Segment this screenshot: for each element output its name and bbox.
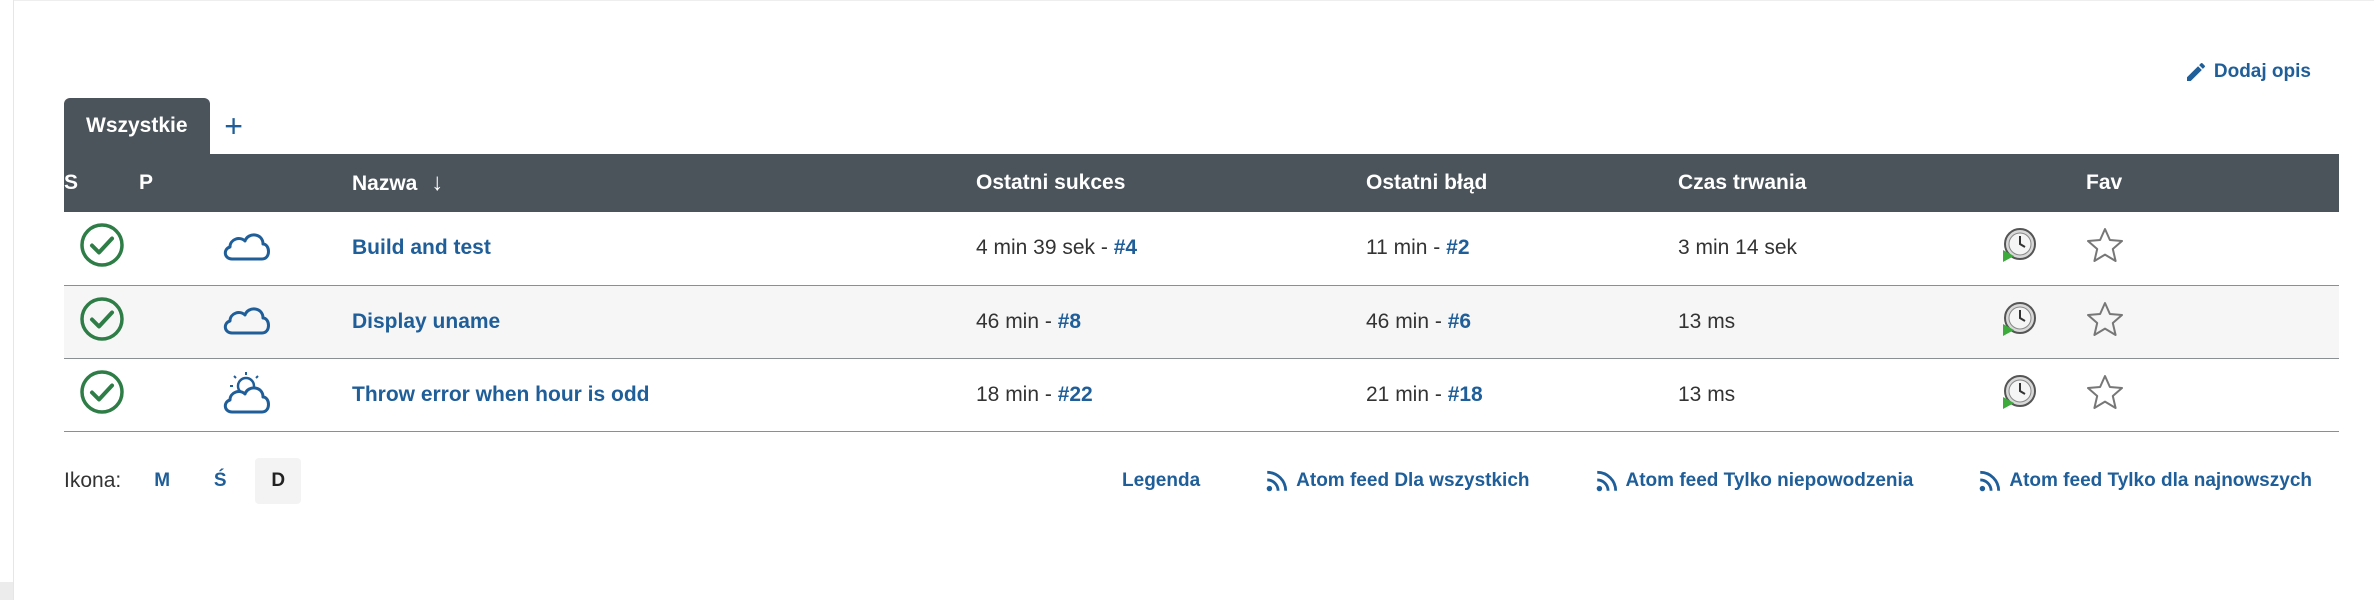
last-failure-time: 11 min - bbox=[1366, 236, 1447, 260]
atom-feed-latest-link[interactable]: Atom feed Tylko dla najnowszych bbox=[1977, 468, 2312, 494]
column-header-build-action bbox=[1981, 154, 2056, 212]
last-failure-build-link[interactable]: #6 bbox=[1448, 310, 1471, 333]
last-success-build-link[interactable]: #4 bbox=[1114, 236, 1137, 259]
column-header-status[interactable]: S bbox=[64, 154, 139, 212]
icon-size-small[interactable]: M bbox=[139, 458, 185, 504]
column-header-duration[interactable]: Czas trwania bbox=[1678, 154, 1981, 212]
duration-value: 13 ms bbox=[1678, 382, 1736, 406]
favorite-star-icon[interactable] bbox=[2056, 374, 2124, 410]
atom-feed-all-label: Atom feed Dla wszystkich bbox=[1296, 470, 1530, 491]
success-check-icon bbox=[79, 369, 125, 415]
table-footer: Ikona: M Ś D Legenda Atom feed Dla wszys… bbox=[64, 457, 2339, 505]
success-check-icon bbox=[79, 296, 125, 342]
favorite-star-icon[interactable] bbox=[2056, 301, 2124, 337]
jobs-table: S P Nazwa ↓ Ostatni sukces Ostatni błąd … bbox=[64, 154, 2339, 432]
footer-links: Legenda Atom feed Dla wszystkich Atom fe… bbox=[1122, 468, 2312, 494]
atom-feed-failures-link[interactable]: Atom feed Tylko niepowodzenia bbox=[1594, 468, 1914, 494]
sort-arrow-icon: ↓ bbox=[431, 169, 444, 196]
legend-link[interactable]: Legenda bbox=[1122, 470, 1200, 492]
icon-size-label: Ikona: bbox=[64, 469, 122, 492]
tab-all[interactable]: Wszystkie bbox=[64, 98, 210, 154]
atom-feed-failures-label: Atom feed Tylko niepowodzenia bbox=[1625, 470, 1914, 491]
pencil-icon bbox=[2186, 62, 2205, 81]
last-failure-time: 21 min - bbox=[1366, 382, 1448, 406]
rss-icon bbox=[1596, 470, 1617, 492]
legend-link-label: Legenda bbox=[1122, 470, 1201, 491]
column-header-name-label: Nazwa bbox=[352, 172, 418, 195]
icon-size-medium[interactable]: Ś bbox=[197, 458, 243, 504]
column-header-fav: Fav bbox=[2086, 171, 2123, 194]
last-success-build-link[interactable]: #8 bbox=[1058, 310, 1081, 333]
plus-icon: + bbox=[224, 107, 243, 144]
last-success-time: 18 min - bbox=[976, 382, 1058, 406]
schedule-build-icon[interactable] bbox=[2000, 373, 2038, 411]
column-header-name[interactable]: Nazwa ↓ bbox=[352, 154, 976, 212]
add-view-button[interactable]: + bbox=[210, 98, 258, 154]
atom-feed-all-link[interactable]: Atom feed Dla wszystkich bbox=[1264, 468, 1530, 494]
table-row: Display uname 46 min - #8 46 min - #6 13… bbox=[64, 285, 2339, 358]
last-failure-build-link[interactable]: #18 bbox=[1448, 383, 1483, 406]
job-name-link[interactable]: Build and test bbox=[352, 236, 491, 259]
column-header-last-success[interactable]: Ostatni sukces bbox=[976, 154, 1366, 212]
add-description-label: Dodaj opis bbox=[2213, 61, 2311, 82]
last-failure-build-link[interactable]: #2 bbox=[1446, 236, 1469, 259]
duration-value: 3 min 14 sek bbox=[1678, 236, 1798, 260]
job-name-link[interactable]: Throw error when hour is odd bbox=[352, 383, 650, 406]
icon-size-large[interactable]: D bbox=[255, 458, 302, 504]
job-name-link[interactable]: Display uname bbox=[352, 310, 500, 333]
last-success-time: 4 min 39 sek - bbox=[976, 236, 1114, 260]
table-header-row: S P Nazwa ↓ Ostatni sukces Ostatni błąd … bbox=[64, 154, 2339, 212]
column-header-weather[interactable]: P bbox=[139, 154, 352, 212]
tab-all-label: Wszystkie bbox=[86, 114, 188, 137]
top-border bbox=[13, 0, 2374, 1]
cloudy-weather-icon bbox=[220, 225, 272, 265]
table-row: Throw error when hour is odd 18 min - #2… bbox=[64, 358, 2339, 431]
schedule-build-icon[interactable] bbox=[2000, 300, 2038, 338]
last-failure-time: 46 min - bbox=[1366, 309, 1448, 333]
table-row: Build and test 4 min 39 sek - #4 11 min … bbox=[64, 212, 2339, 285]
last-success-build-link[interactable]: #22 bbox=[1058, 383, 1093, 406]
last-success-time: 46 min - bbox=[976, 309, 1058, 333]
stormy-weather-icon bbox=[220, 368, 272, 416]
schedule-build-icon[interactable] bbox=[2000, 226, 2038, 264]
add-description-button[interactable]: Dodaj opis bbox=[2184, 60, 2311, 84]
corner-block bbox=[0, 582, 13, 600]
view-tabs: Wszystkie + bbox=[64, 98, 258, 154]
cloudy-weather-icon bbox=[220, 299, 272, 339]
rss-icon bbox=[1266, 470, 1288, 492]
atom-feed-latest-label: Atom feed Tylko dla najnowszych bbox=[2009, 470, 2312, 491]
column-header-last-failure[interactable]: Ostatni błąd bbox=[1366, 154, 1678, 212]
side-border bbox=[13, 0, 14, 600]
favorite-star-icon[interactable] bbox=[2056, 227, 2124, 263]
duration-value: 13 ms bbox=[1678, 309, 1736, 333]
success-check-icon bbox=[79, 222, 125, 268]
rss-icon bbox=[1980, 470, 2001, 492]
